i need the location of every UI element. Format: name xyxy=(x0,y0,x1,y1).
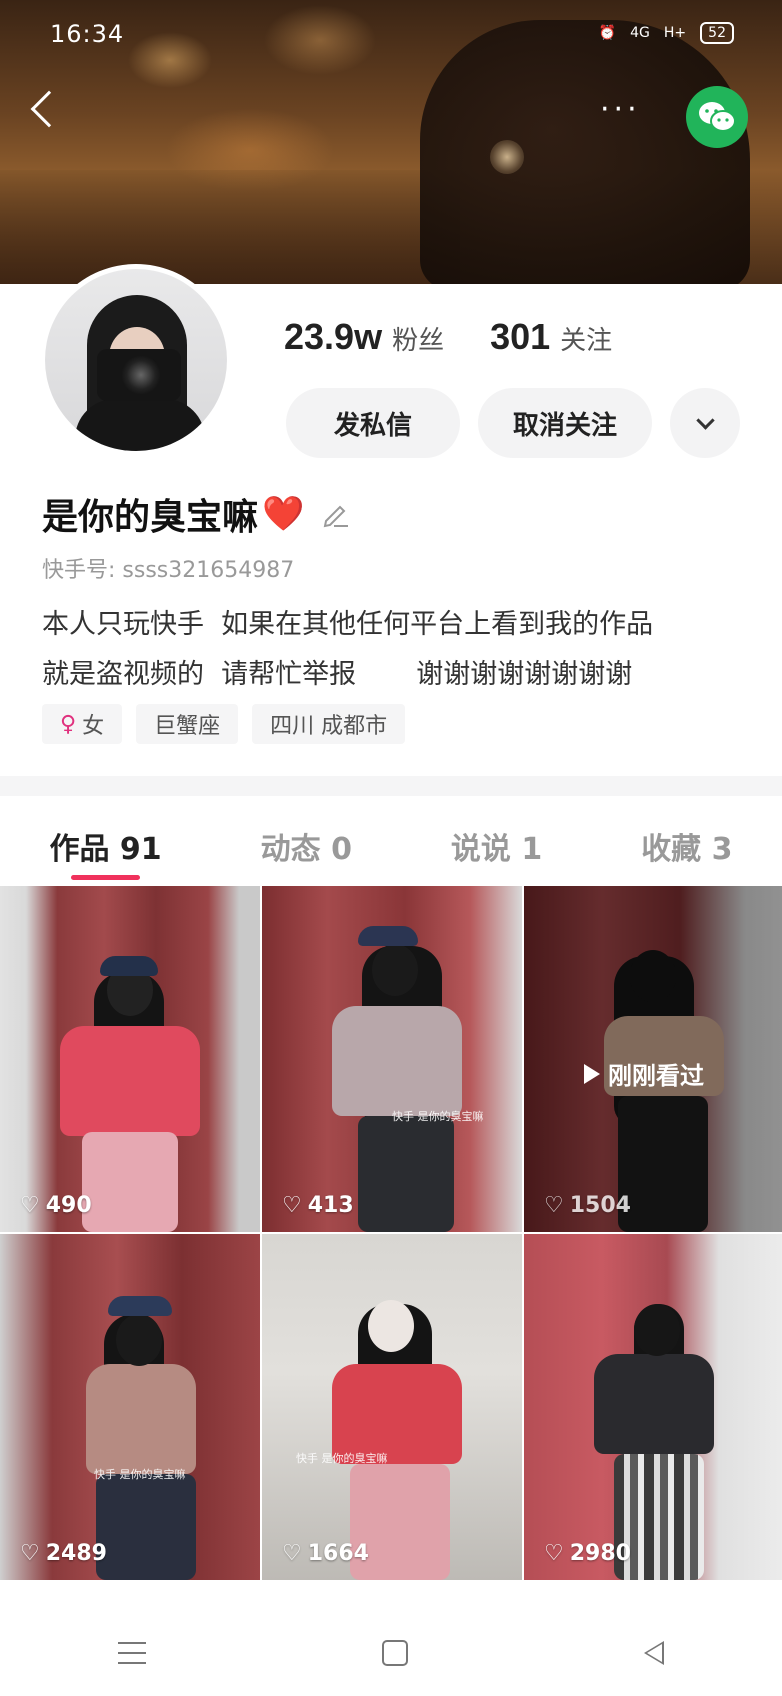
video-thumbnail[interactable]: 快手 是你的臭宝嘛 ♡ 2489 xyxy=(0,1234,260,1580)
tab-favorites[interactable]: 收藏 3 xyxy=(641,806,732,886)
tag-gender: ♀ 女 xyxy=(42,704,123,744)
profile-page: 16:34 ⏰ 4G H+ 52 ··· 23.9w 粉丝 301 关注 发私信… xyxy=(0,0,782,1696)
heart-outline-icon: ♡ xyxy=(282,1193,302,1218)
back-triangle-icon[interactable] xyxy=(644,1641,664,1665)
profile-actions: 发私信 取消关注 xyxy=(286,388,740,458)
video-thumbnail[interactable]: 快手 是你的臭宝嘛 ♡ 413 xyxy=(262,886,522,1232)
heart-outline-icon: ♡ xyxy=(20,1193,40,1218)
video-grid: ♡ 490 快手 是你的臭宝嘛 ♡ 413 刚刚看过 ♡ 1504 快手 是你的… xyxy=(0,886,782,1580)
wechat-icon xyxy=(699,102,736,132)
following-count: 301 xyxy=(490,316,551,357)
profile-bio: 本人只玩快手 如果在其他任何平台上看到我的作品 就是盗视频的 请帮忙举报 谢谢谢… xyxy=(42,609,654,690)
video-thumbnail[interactable]: ♡ 2980 xyxy=(524,1234,782,1580)
edit-pencil-icon[interactable] xyxy=(320,499,350,529)
alarm-icon: ⏰ xyxy=(598,25,617,41)
kuaishou-id[interactable]: 快手号: ssss321654987 xyxy=(42,552,294,584)
following-stat[interactable]: 301 关注 xyxy=(490,316,612,358)
nickname: 是你的臭宝嘛 xyxy=(42,497,259,538)
like-count: ♡ 2489 xyxy=(20,1541,107,1566)
profile-tags: ♀ 女 巨蟹座 四川 成都市 xyxy=(42,704,406,744)
nickname-row: 是你的臭宝嘛 ❤️ xyxy=(42,488,350,540)
active-tab-indicator xyxy=(71,875,140,880)
like-count: ♡ 1504 xyxy=(544,1193,631,1218)
fans-stat[interactable]: 23.9w 粉丝 xyxy=(284,316,444,358)
tag-constellation: 巨蟹座 xyxy=(136,704,239,744)
tab-moments[interactable]: 动态 0 xyxy=(261,806,352,886)
recently-viewed-overlay: 刚刚看过 xyxy=(584,1056,704,1091)
following-label: 关注 xyxy=(560,326,613,356)
tab-works[interactable]: 作品 91 xyxy=(49,806,162,886)
section-divider xyxy=(0,776,782,796)
content-tabs: 作品 91 动态 0 说说 1 收藏 3 xyxy=(0,806,782,886)
battery-icon: 52 xyxy=(700,22,734,44)
heart-emoji: ❤️ xyxy=(262,494,305,534)
video-thumbnail[interactable]: ♡ 490 xyxy=(0,886,260,1232)
female-icon: ♀ xyxy=(60,711,77,737)
profile-stats: 23.9w 粉丝 301 关注 xyxy=(284,316,612,358)
more-options-icon[interactable]: ··· xyxy=(600,95,641,125)
heart-outline-icon: ♡ xyxy=(20,1541,40,1566)
unfollow-button[interactable]: 取消关注 xyxy=(478,388,652,458)
like-count: ♡ 413 xyxy=(282,1193,354,1218)
wechat-share-button[interactable] xyxy=(686,86,748,148)
like-count: ♡ 490 xyxy=(20,1193,92,1218)
video-thumbnail[interactable]: 刚刚看过 ♡ 1504 xyxy=(524,886,782,1232)
heart-outline-icon: ♡ xyxy=(544,1541,564,1566)
avatar[interactable] xyxy=(40,264,232,456)
video-thumbnail[interactable]: 快手 是你的臭宝嘛 ♡ 1664 xyxy=(262,1234,522,1580)
like-count: ♡ 2980 xyxy=(544,1541,631,1566)
play-icon xyxy=(584,1063,600,1084)
expand-button[interactable] xyxy=(670,388,740,458)
chevron-down-icon xyxy=(695,410,715,430)
menu-icon[interactable] xyxy=(118,1642,146,1664)
signal-hplus-icon: H+ xyxy=(663,25,687,41)
send-message-button[interactable]: 发私信 xyxy=(286,388,460,458)
system-nav-bar xyxy=(0,1610,782,1696)
fans-count: 23.9w xyxy=(284,316,383,357)
tag-location: 四川 成都市 xyxy=(252,704,406,744)
status-bar: 16:34 ⏰ 4G H+ 52 xyxy=(0,14,782,54)
fans-label: 粉丝 xyxy=(392,326,445,356)
home-square-icon[interactable] xyxy=(382,1640,408,1666)
network-4g-icon: 4G xyxy=(630,25,650,41)
heart-outline-icon: ♡ xyxy=(544,1193,564,1218)
tab-posts[interactable]: 说说 1 xyxy=(451,806,542,886)
status-time: 16:34 xyxy=(50,20,125,48)
like-count: ♡ 1664 xyxy=(282,1541,369,1566)
heart-outline-icon: ♡ xyxy=(282,1541,302,1566)
